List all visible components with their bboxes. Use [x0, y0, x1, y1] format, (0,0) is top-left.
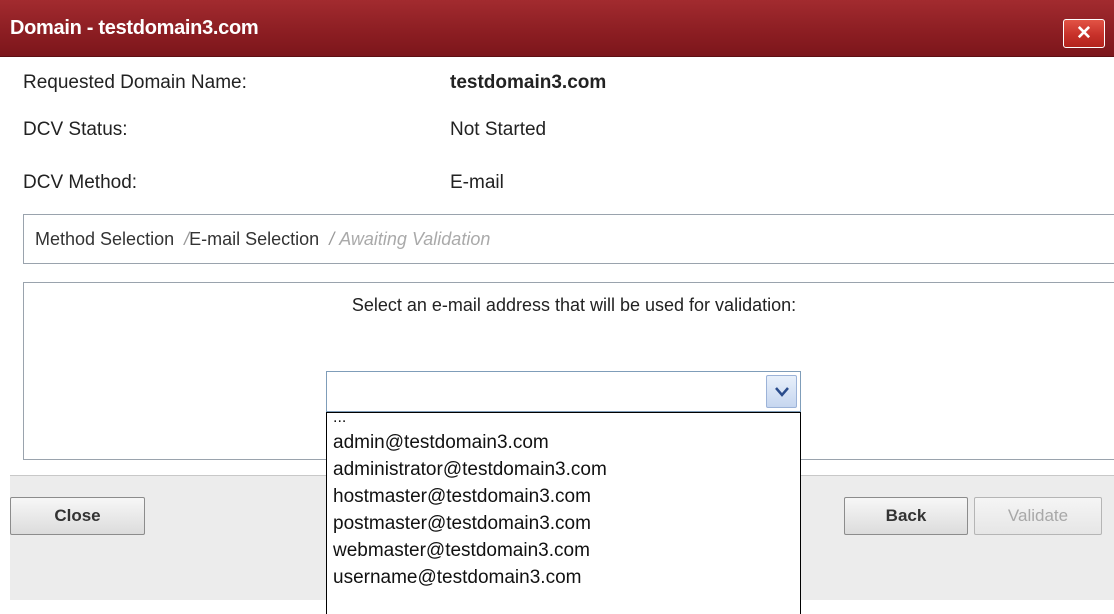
breadcrumb: Method Selection /E-mail Selection / Awa…: [23, 214, 1114, 264]
chevron-down-icon[interactable]: [766, 375, 797, 408]
dcv-method-value: E-mail: [450, 172, 504, 193]
requested-domain-value: testdomain3.com: [450, 72, 607, 93]
breadcrumb-step-awaiting-validation: Awaiting Validation: [339, 229, 491, 249]
email-option-webmaster[interactable]: webmaster@testdomain3.com: [327, 537, 800, 564]
email-option-hostmaster[interactable]: hostmaster@testdomain3.com: [327, 483, 800, 510]
email-option-admin[interactable]: admin@testdomain3.com: [327, 429, 800, 456]
breadcrumb-step-method-selection: Method Selection: [35, 229, 175, 249]
email-selection-prompt: Select an e-mail address that will be us…: [351, 295, 797, 315]
breadcrumb-step-email-selection: E-mail Selection: [189, 229, 320, 249]
email-option-administrator[interactable]: administrator@testdomain3.com: [327, 456, 800, 483]
email-option-postmaster[interactable]: postmaster@testdomain3.com: [327, 510, 800, 537]
dcv-status-value: Not Started: [450, 119, 547, 140]
back-button[interactable]: Back: [844, 497, 968, 535]
close-icon[interactable]: ✕: [1063, 19, 1105, 48]
email-option-username[interactable]: username@testdomain3.com: [327, 564, 800, 591]
email-select[interactable]: [326, 371, 801, 412]
domain-dialog: Domain - testdomain3.com ✕ Requested Dom…: [0, 0, 1114, 614]
dialog-title: Domain - testdomain3.com: [10, 17, 259, 39]
close-button[interactable]: Close: [10, 497, 145, 535]
email-option-placeholder[interactable]: ...: [327, 413, 800, 429]
requested-domain-label: Requested Domain Name:: [23, 72, 247, 93]
dcv-status-label: DCV Status:: [23, 119, 128, 140]
dcv-method-label: DCV Method:: [23, 172, 138, 193]
email-dropdown-list[interactable]: ... admin@testdomain3.com administrator@…: [326, 412, 801, 614]
validate-button[interactable]: Validate: [974, 497, 1102, 535]
dialog-titlebar[interactable]: Domain - testdomain3.com ✕: [0, 0, 1114, 57]
breadcrumb-separator: /: [329, 229, 335, 249]
